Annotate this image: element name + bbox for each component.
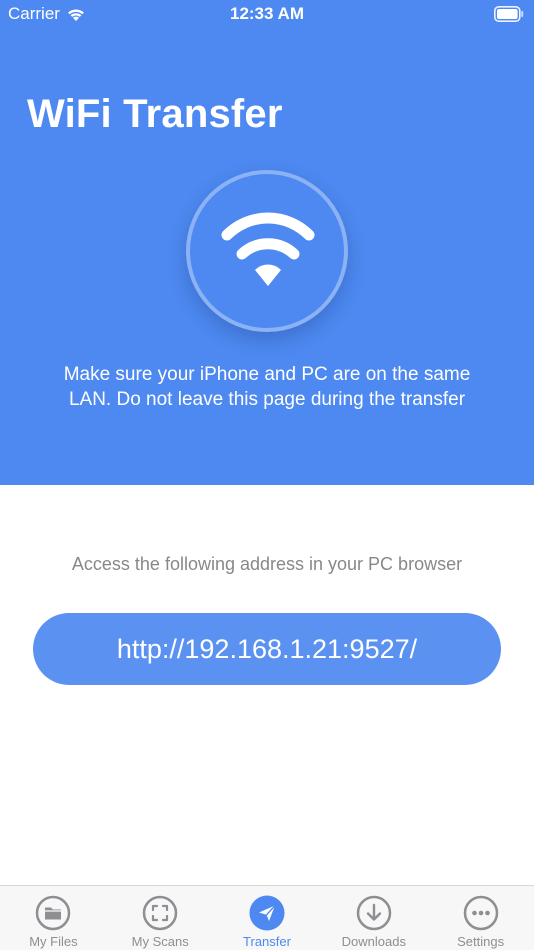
tab-label: Downloads [341, 934, 406, 949]
status-bar: Carrier 12:33 AM [0, 0, 534, 30]
tab-bar: My Files My Scans Transfer Downloads Set… [0, 885, 534, 950]
tab-label: Transfer [243, 934, 291, 949]
battery-icon [494, 6, 524, 22]
tab-downloads[interactable]: Downloads [320, 886, 427, 950]
transfer-hint: Make sure your iPhone and PC are on the … [63, 364, 471, 410]
hero-panel: Carrier 12:33 AM WiFi Transfer Make sure… [0, 0, 534, 485]
tab-transfer[interactable]: Transfer [214, 886, 321, 950]
tab-label: My Files [29, 934, 78, 949]
tab-label: Settings [457, 934, 505, 949]
address-url-button[interactable]: http://192.168.1.21:9527/ [33, 613, 501, 685]
tab-label: My Scans [131, 934, 189, 949]
folder-icon [36, 895, 71, 931]
tab-settings[interactable]: Settings [427, 886, 534, 950]
status-time: 12:33 AM [229, 4, 304, 23]
address-caption: Access the following address in your PC … [71, 554, 463, 574]
scan-icon [142, 895, 178, 931]
wifi-icon [221, 212, 315, 286]
download-icon [356, 895, 392, 931]
more-icon [463, 895, 498, 931]
page-title: WiFi Transfer [27, 92, 283, 136]
wifi-badge [186, 170, 348, 332]
send-icon [249, 895, 285, 931]
tab-my-files[interactable]: My Files [0, 886, 107, 950]
tab-my-scans[interactable]: My Scans [107, 886, 214, 950]
